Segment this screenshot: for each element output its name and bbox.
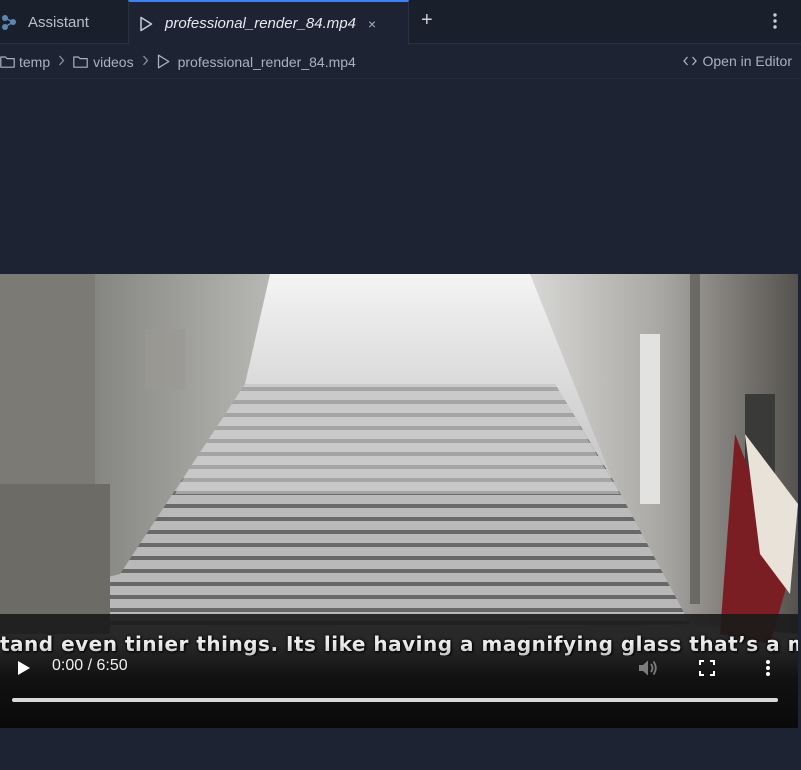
tab-video[interactable]: professional_render_84.mp4 × <box>128 0 409 45</box>
time-display: 0:00 / 6:50 <box>52 657 128 674</box>
breadcrumb: temp videos professional_render_84.mp4 O… <box>0 45 801 79</box>
video-controls: 0:00 / 6:50 <box>0 644 798 728</box>
add-tab-button[interactable]: + <box>421 9 433 32</box>
tab-assistant[interactable]: Assistant <box>0 0 127 44</box>
more-vertical-icon[interactable] <box>772 12 778 35</box>
breadcrumb-item-temp[interactable]: temp <box>0 54 50 70</box>
play-icon <box>157 54 170 69</box>
progress-bar[interactable] <box>12 698 778 702</box>
breadcrumb-label: videos <box>93 53 134 70</box>
tab-video-label: professional_render_84.mp4 <box>165 15 356 32</box>
open-in-editor-label: Open in Editor <box>702 53 793 69</box>
open-in-editor-button[interactable]: Open in Editor <box>682 53 793 69</box>
close-icon[interactable]: × <box>368 16 376 32</box>
breadcrumb-item-videos[interactable]: videos <box>73 53 134 70</box>
fullscreen-icon[interactable] <box>697 658 717 678</box>
breadcrumb-label: professional_render_84.mp4 <box>177 53 356 70</box>
tab-bar: Assistant professional_render_84.mp4 × + <box>0 0 801 45</box>
more-vertical-icon[interactable] <box>760 657 776 679</box>
chevron-right-icon <box>58 54 65 69</box>
volume-icon[interactable] <box>636 657 660 679</box>
folder-icon <box>0 55 15 68</box>
code-icon <box>682 56 697 66</box>
assistant-logo-icon <box>2 12 18 32</box>
tab-assistant-label: Assistant <box>28 13 89 31</box>
breadcrumb-label: temp <box>19 53 51 70</box>
play-icon[interactable] <box>14 658 34 678</box>
play-icon <box>139 16 153 32</box>
chevron-right-icon <box>142 54 149 69</box>
folder-icon <box>73 55 88 68</box>
breadcrumb-item-file[interactable]: professional_render_84.mp4 <box>157 54 356 70</box>
video-player[interactable]: tand even tinier things. Its like having… <box>0 274 798 728</box>
